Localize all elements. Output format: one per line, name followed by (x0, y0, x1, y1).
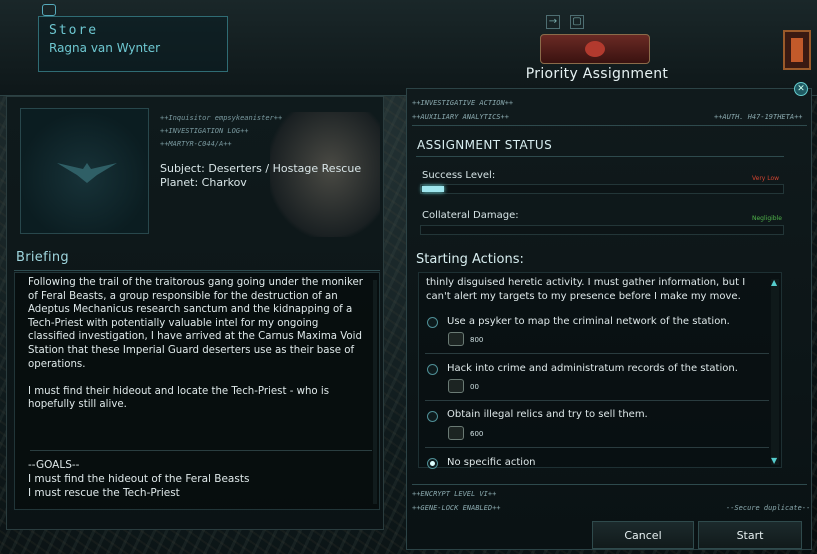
footer-tag-1: ++ENCRYPT LEVEL VI++ (412, 490, 497, 498)
briefing-divider (14, 270, 380, 271)
goals-text: --GOALS-- I must find the hideout of the… (28, 459, 250, 499)
success-level-value: Very Low (752, 175, 780, 182)
requisition-icon (448, 379, 464, 393)
skull-icon (42, 4, 56, 16)
briefing-scrollbar[interactable] (373, 280, 377, 504)
option-none-label[interactable]: No specific action (447, 457, 536, 468)
option-hack-radio[interactable] (427, 364, 438, 375)
goals-divider (30, 450, 372, 451)
start-button[interactable]: Start (698, 521, 802, 549)
inquisition-badge-icon (783, 30, 811, 70)
store-title: Store (49, 23, 99, 38)
briefing-text: Following the trail of the traitorous ga… (28, 277, 363, 411)
option-none-radio[interactable] (427, 458, 438, 469)
option-psyker-radio[interactable] (427, 317, 438, 328)
option-relics-cost: 600 (470, 430, 484, 438)
option-divider (425, 353, 769, 354)
header-tag-auth: ++AUTH. H47-19THETA++ (714, 113, 803, 121)
collateral-damage-label: Collateral Damage: (422, 210, 519, 221)
assignment-status-heading: ASSIGNMENT STATUS (417, 138, 553, 152)
header-divider (412, 125, 807, 126)
scroll-up-icon[interactable]: ▲ (771, 279, 777, 287)
option-hack-cost: 00 (470, 383, 479, 391)
dossier-tag-3: ++MARTYR-C044/A++ (160, 140, 232, 148)
option-divider (425, 400, 769, 401)
requisition-icon (448, 426, 464, 440)
option-relics-radio[interactable] (427, 411, 438, 422)
success-level-bar (420, 184, 784, 194)
dossier-tag-1: ++Inquisitor empsykeanister++ (160, 114, 283, 122)
mission-subject: Subject: Deserters / Hostage Rescue (160, 162, 362, 175)
dossier-tag-2: ++INVESTIGATION LOG++ (160, 127, 249, 135)
collateral-damage-bar (420, 225, 784, 235)
header-tag-1: ++INVESTIGATIVE ACTION++ (412, 99, 514, 107)
option-divider (425, 447, 769, 448)
header-tag-2: ++AUXILIARY ANALYTICS++ (412, 113, 509, 121)
success-level-label: Success Level: (422, 170, 496, 181)
exit-icon[interactable]: → (546, 15, 560, 29)
collateral-damage-value: Negligible (752, 215, 782, 222)
target-portrait (20, 108, 149, 234)
imperial-eagle-emblem (540, 34, 650, 64)
footer-divider (412, 484, 807, 485)
option-psyker-label[interactable]: Use a psyker to map the criminal network… (447, 316, 730, 327)
panel-title: Priority Assignment (525, 66, 669, 82)
scroll-down-icon[interactable]: ▼ (771, 457, 777, 465)
option-psyker-cost: 800 (470, 336, 484, 344)
requisition-icon (448, 332, 464, 346)
footer-tag-duplicate: --Secure duplicate-- (726, 504, 811, 512)
actions-intro-text: thinly disguised heretic activity. I mus… (426, 277, 746, 302)
starting-actions-heading: Starting Actions: (416, 252, 524, 267)
option-relics-label[interactable]: Obtain illegal relics and try to sell th… (447, 409, 648, 420)
option-hack-label[interactable]: Hack into crime and administratum record… (447, 363, 738, 374)
actions-scrollbar[interactable] (771, 279, 779, 465)
success-level-fill (422, 186, 444, 192)
top-icons: → ▢ (542, 15, 642, 33)
store-panel[interactable]: Store Ragna van Wynter (38, 16, 228, 72)
cancel-button[interactable]: Cancel (592, 521, 694, 549)
briefing-heading: Briefing (16, 250, 69, 265)
status-divider (416, 156, 784, 157)
close-button[interactable]: ✕ (794, 82, 808, 96)
store-character-name: Ragna van Wynter (49, 41, 161, 55)
mission-planet: Planet: Charkov (160, 176, 247, 189)
footer-tag-2: ++GENE-LOCK ENABLED++ (412, 504, 501, 512)
save-icon[interactable]: ▢ (570, 15, 584, 29)
aquila-icon (57, 163, 117, 183)
